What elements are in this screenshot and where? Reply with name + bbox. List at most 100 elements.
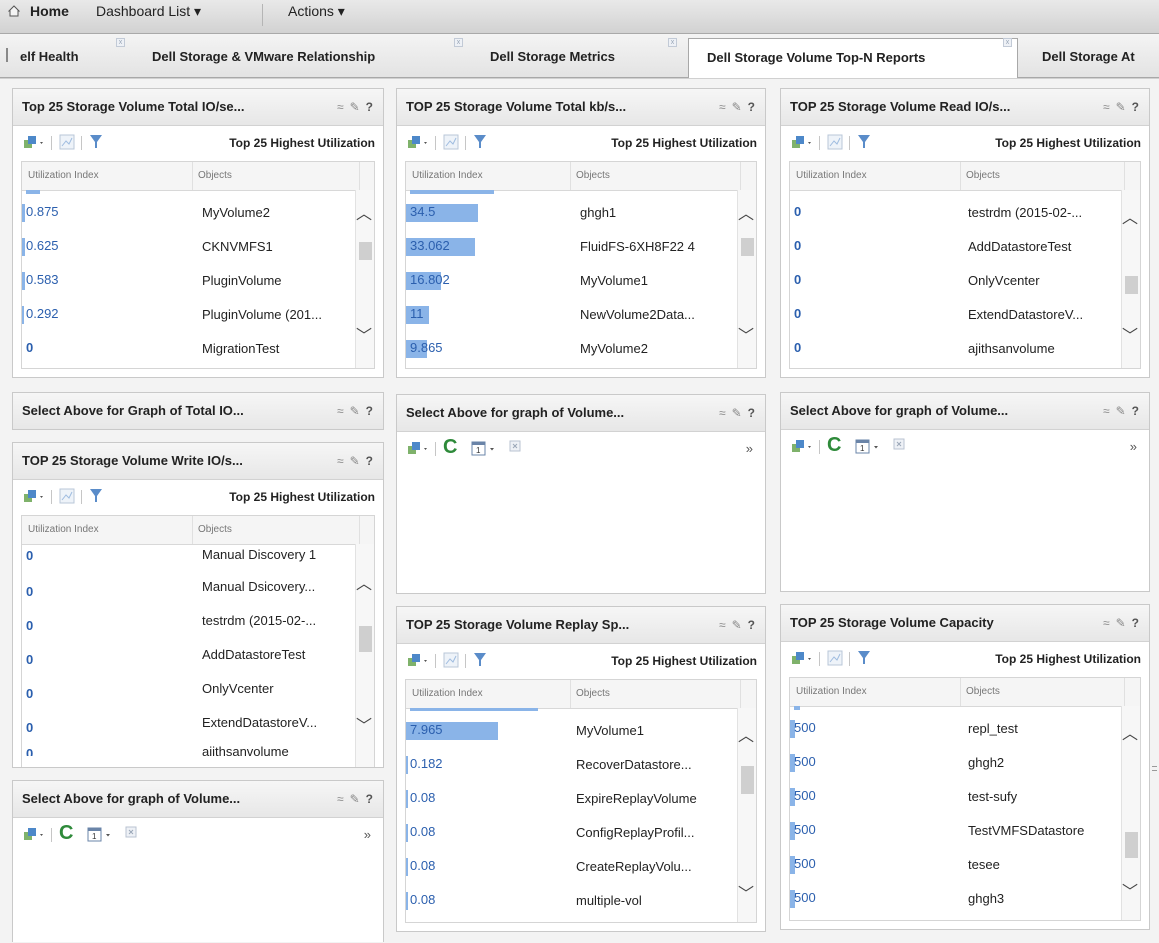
help-icon[interactable]: ? [748, 406, 755, 420]
collapse-icon[interactable]: ≈ [1103, 404, 1110, 418]
edit-icon[interactable]: ✎ [350, 454, 360, 468]
clear-icon[interactable] [509, 440, 521, 455]
export-icon[interactable] [23, 826, 45, 845]
scrollbar[interactable]: ︿ ﹀ [355, 190, 374, 368]
help-icon[interactable]: ? [366, 792, 373, 806]
column-utilization-index[interactable]: Utilization Index [412, 170, 483, 181]
edit-icon[interactable]: ✎ [732, 618, 742, 632]
table-row[interactable]: 0 AddDatastoreTest [22, 644, 356, 678]
tab-storage-vmware[interactable]: Dell Storage & VMware Relationship [152, 38, 375, 78]
chart-icon[interactable] [827, 650, 843, 669]
filter-icon[interactable] [89, 134, 103, 153]
collapse-icon[interactable]: ≈ [719, 618, 726, 632]
help-icon[interactable]: ? [366, 100, 373, 114]
table-row[interactable]: 0 ExtendDatastoreV... [790, 298, 1122, 332]
collapse-icon[interactable]: ≈ [719, 100, 726, 114]
edit-icon[interactable]: ✎ [350, 100, 360, 114]
clear-icon[interactable] [125, 826, 137, 841]
help-icon[interactable]: ? [1132, 100, 1139, 114]
scroll-thumb[interactable] [1125, 276, 1138, 294]
collapse-icon[interactable]: ≈ [337, 792, 344, 806]
column-utilization-index[interactable]: Utilization Index [796, 686, 867, 697]
table-row[interactable]: 0.292 PluginVolume (201... [22, 298, 356, 332]
export-icon[interactable] [407, 134, 429, 153]
scroll-down-icon[interactable]: ﹀ [1122, 878, 1138, 902]
table-row[interactable]: 0 AddDatastoreTest [790, 230, 1122, 264]
export-icon[interactable] [23, 134, 45, 153]
table-row[interactable]: 0.625 CKNVMFS1 [22, 230, 356, 264]
table-row[interactable]: 0.08 multiple-vol [406, 884, 738, 918]
refresh-icon[interactable]: C [827, 434, 841, 457]
chart-icon[interactable] [827, 134, 843, 153]
close-icon[interactable]: x [1003, 38, 1012, 47]
actions-menu[interactable]: Actions ▾ [288, 0, 345, 33]
collapse-icon[interactable]: ≈ [1103, 100, 1110, 114]
calendar-icon[interactable]: 1 [87, 826, 113, 845]
refresh-icon[interactable]: C [443, 436, 457, 459]
scroll-down-icon[interactable]: ﹀ [356, 322, 372, 346]
chart-icon[interactable] [443, 134, 459, 153]
calendar-icon[interactable]: 1 [855, 438, 881, 457]
close-icon[interactable]: x [116, 38, 125, 47]
edit-icon[interactable]: ✎ [1116, 404, 1126, 418]
column-objects[interactable]: Objects [966, 170, 1000, 181]
export-icon[interactable] [23, 488, 45, 507]
table-row[interactable]: 0 testrdm (2015-02-... [790, 196, 1122, 230]
table-row[interactable]: 0.08 ConfigReplayProfil... [406, 816, 738, 850]
edit-icon[interactable]: ✎ [350, 792, 360, 806]
more-icon[interactable]: » [1130, 439, 1137, 454]
table-row[interactable]: 500 tesee [790, 848, 1122, 882]
table-row[interactable]: 500 repl_test [790, 712, 1122, 746]
column-utilization-index[interactable]: Utilization Index [796, 170, 867, 181]
column-objects[interactable]: Objects [198, 524, 232, 535]
table-row[interactable]: 0.875 MyVolume2 [22, 196, 356, 230]
close-icon[interactable]: x [454, 38, 463, 47]
scroll-up-icon[interactable]: ︿ [356, 570, 372, 594]
scroll-down-icon[interactable]: ﹀ [738, 880, 754, 904]
table-row[interactable]: 9.865 MyVolume2 [406, 332, 738, 366]
table-row[interactable]: 0 OnlyVcenter [790, 264, 1122, 298]
table-row[interactable]: 0.08 CreateReplayVolu... [406, 850, 738, 884]
table-row[interactable]: 500 ghgh2 [790, 746, 1122, 780]
table-row[interactable]: 7.965 MyVolume1 [406, 714, 738, 748]
edit-icon[interactable]: ✎ [1116, 100, 1126, 114]
column-objects[interactable]: Objects [198, 170, 232, 181]
help-icon[interactable]: ? [1132, 616, 1139, 630]
scroll-up-icon[interactable]: ︿ [356, 200, 372, 224]
collapse-icon[interactable]: ≈ [337, 454, 344, 468]
table-row[interactable]: 11 NewVolume2Data... [406, 298, 738, 332]
scroll-up-icon[interactable]: ︿ [738, 200, 754, 224]
collapse-icon[interactable]: ≈ [337, 100, 344, 114]
scroll-thumb[interactable] [741, 238, 754, 256]
dashboard-list-menu[interactable]: Dashboard List ▾ [96, 0, 201, 33]
table-row[interactable]: 0 OnlyVcenter [22, 678, 356, 712]
table-row[interactable]: 0.182 RecoverDatastore... [406, 748, 738, 782]
chart-icon[interactable] [59, 134, 75, 153]
resize-handle[interactable] [1152, 766, 1157, 771]
calendar-icon[interactable]: 1 [471, 440, 497, 459]
tab-storage-at[interactable]: Dell Storage At [1042, 38, 1135, 78]
expand-icon[interactable]: ≈ [337, 404, 344, 418]
column-utilization-index[interactable]: Utilization Index [412, 688, 483, 699]
table-row[interactable]: 0 ExtendDatastoreV... [22, 712, 356, 746]
scrollbar[interactable]: ︿ ﹀ [1121, 706, 1140, 920]
scroll-up-icon[interactable]: ︿ [1122, 204, 1138, 228]
more-icon[interactable]: » [746, 441, 753, 456]
help-icon[interactable]: ? [1132, 404, 1139, 418]
chart-icon[interactable] [59, 488, 75, 507]
table-row[interactable]: 0 MigrationTest [22, 332, 356, 366]
table-row[interactable]: 500 TestVMFSDatastore [790, 814, 1122, 848]
filter-icon[interactable] [857, 134, 871, 153]
export-icon[interactable] [407, 652, 429, 671]
tab-self-health[interactable]: elf Health [20, 38, 79, 78]
scrollbar[interactable]: ︿ ﹀ [737, 708, 756, 922]
help-icon[interactable]: ? [366, 454, 373, 468]
edit-icon[interactable]: ✎ [350, 404, 360, 418]
refresh-icon[interactable]: C [59, 822, 73, 845]
scroll-thumb[interactable] [359, 626, 372, 652]
home-icon[interactable] [8, 5, 20, 17]
column-objects[interactable]: Objects [966, 686, 1000, 697]
filter-icon[interactable] [473, 134, 487, 153]
export-icon[interactable] [791, 650, 813, 669]
help-icon[interactable]: ? [748, 100, 755, 114]
